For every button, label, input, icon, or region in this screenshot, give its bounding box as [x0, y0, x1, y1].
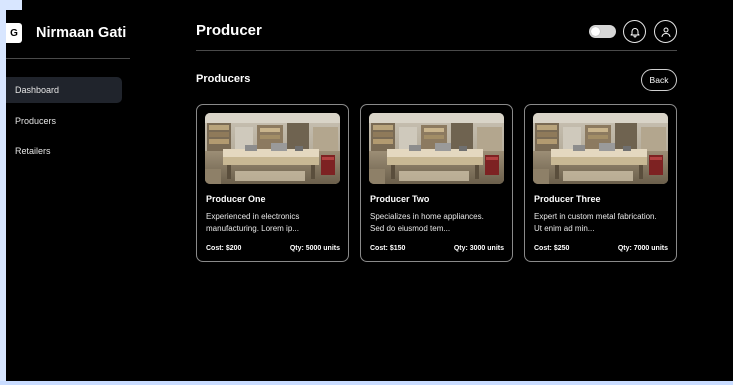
producer-description: Expert in custom metal fabrication. Ut e…	[534, 212, 657, 233]
bell-icon	[630, 27, 639, 37]
producer-qty: Qty: 7000 units	[617, 245, 668, 252]
sidebar-item-label: Dashboard	[15, 85, 60, 95]
page-title: Producer	[196, 22, 262, 39]
notifications-button[interactable]	[623, 20, 646, 43]
producer-name: Producer Three	[534, 194, 601, 204]
producer-image	[369, 113, 504, 184]
brand[interactable]: G Nirmaan Gati	[6, 22, 126, 44]
sidebar-divider	[6, 58, 130, 59]
producer-card[interactable]: Producer One Experienced in electronics …	[196, 104, 349, 262]
producer-qty: Qty: 3000 units	[453, 245, 504, 252]
producer-image	[205, 113, 340, 184]
producer-cost: Cost: $150	[370, 245, 406, 252]
user-icon	[661, 27, 670, 37]
window-edge-bottom	[0, 381, 733, 385]
section-title: Producers	[196, 73, 251, 85]
producer-name: Producer Two	[370, 194, 430, 204]
producer-description: Specializes in home appliances. Sed do e…	[370, 212, 484, 233]
header-divider	[196, 50, 677, 51]
sidebar-item-label: Retailers	[15, 146, 51, 156]
sidebar: G Nirmaan Gati Dashboard Producers Retai…	[6, 0, 134, 381]
producer-image	[533, 113, 668, 184]
back-button[interactable]: Back	[641, 69, 677, 91]
producer-card[interactable]: Producer Three Expert in custom metal fa…	[524, 104, 677, 262]
producer-name: Producer One	[206, 194, 266, 204]
sidebar-item-dashboard[interactable]: Dashboard	[6, 77, 122, 103]
brand-name: Nirmaan Gati	[36, 25, 127, 41]
producer-card[interactable]: Producer Two Specializes in home applian…	[360, 104, 513, 262]
producer-cost: Cost: $250	[534, 245, 570, 252]
sidebar-item-label: Producers	[15, 116, 57, 126]
producer-description: Experienced in electronics manufacturing…	[206, 212, 300, 233]
sidebar-item-producers[interactable]: Producers	[6, 108, 122, 134]
sidebar-item-retailers[interactable]: Retailers	[6, 138, 122, 164]
producer-qty: Qty: 5000 units	[289, 245, 340, 252]
producer-cost: Cost: $200	[206, 245, 242, 252]
theme-toggle[interactable]	[589, 25, 616, 38]
brand-logo: G	[6, 23, 22, 43]
profile-button[interactable]	[654, 20, 677, 43]
